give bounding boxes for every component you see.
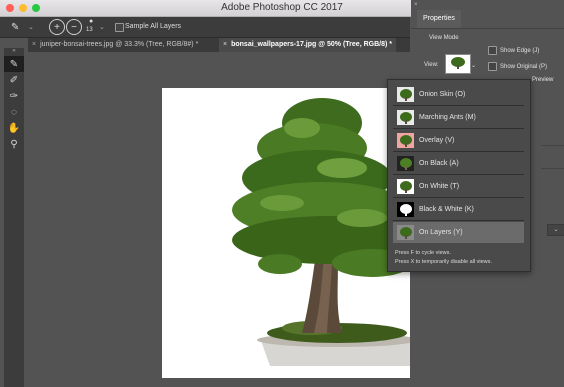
- canvas-area[interactable]: [28, 52, 410, 387]
- menu-item-black-white[interactable]: Black & White (K): [393, 199, 524, 221]
- bonsai-image: [232, 98, 410, 366]
- menu-item-overlay[interactable]: Overlay (V): [393, 130, 524, 152]
- disable-views-hint: Press X to temporarily disable all views…: [395, 259, 492, 265]
- brush-tool-icon[interactable]: ✑: [4, 88, 24, 104]
- preview-label: Preview: [532, 77, 554, 83]
- view-dropdown-chevron-icon[interactable]: ⌄: [471, 62, 476, 69]
- view-label: View:: [424, 62, 439, 68]
- brush-size-icon[interactable]: ●: [89, 18, 93, 25]
- menu-item-on-layers[interactable]: On Layers (Y): [393, 222, 524, 243]
- view-mode-heading: View Mode: [429, 35, 459, 41]
- menu-item-onion-skin[interactable]: Onion Skin (O): [393, 84, 524, 106]
- close-tab-icon[interactable]: ×: [223, 41, 227, 48]
- show-edge-checkbox[interactable]: [488, 46, 497, 55]
- document-canvas[interactable]: [162, 88, 410, 378]
- tree-thumb-icon: [451, 57, 465, 69]
- black-white-thumb-icon: [397, 202, 414, 217]
- brush-size-dropdown-icon[interactable]: ⌄: [99, 23, 105, 31]
- panel-dropdown-chevron-icon[interactable]: ⌄: [547, 224, 564, 236]
- tab-properties[interactable]: Properties: [417, 10, 461, 28]
- panel-close-icon[interactable]: ×: [414, 2, 418, 8]
- tab-juniper-bonsai[interactable]: × juniper-bonsai-trees.jpg @ 33.3% (Tree,…: [32, 38, 198, 52]
- show-original-checkbox[interactable]: [488, 62, 497, 71]
- subtract-from-selection-icon[interactable]: −: [66, 19, 82, 35]
- on-black-thumb-icon: [397, 156, 414, 171]
- on-layers-thumb-icon: [397, 225, 414, 240]
- menu-item-marching-ants[interactable]: Marching Ants (M): [393, 107, 524, 129]
- show-edge-option[interactable]: Show Edge (J): [488, 46, 539, 55]
- onion-skin-thumb-icon: [397, 87, 414, 102]
- toolbar-collapse-icon[interactable]: »: [4, 48, 24, 56]
- lasso-tool-icon[interactable]: ◌: [4, 104, 24, 120]
- panel-divider: [411, 28, 564, 29]
- add-to-selection-icon[interactable]: +: [49, 19, 65, 35]
- preset-dropdown-icon[interactable]: ⌄: [28, 23, 34, 31]
- hand-tool-icon[interactable]: ✋: [4, 120, 24, 136]
- sample-all-layers-checkbox[interactable]: [115, 23, 124, 32]
- brush-tool-preset-icon[interactable]: ✎: [11, 22, 19, 33]
- close-tab-icon[interactable]: ×: [32, 41, 36, 48]
- overlay-thumb-icon: [397, 133, 414, 148]
- sample-all-layers-label: Sample All Layers: [125, 23, 182, 30]
- refine-edge-brush-icon[interactable]: ✐: [4, 72, 24, 88]
- on-white-thumb-icon: [397, 179, 414, 194]
- brush-size-value[interactable]: 13: [86, 27, 93, 33]
- tools-panel: » ✎ ✐ ✑ ◌ ✋ ⚲: [4, 48, 24, 387]
- menu-item-on-black[interactable]: On Black (A): [393, 153, 524, 175]
- document-tabs: × juniper-bonsai-trees.jpg @ 33.3% (Tree,…: [28, 38, 410, 52]
- cycle-views-hint: Press F to cycle views.: [395, 250, 451, 256]
- menu-item-on-white[interactable]: On White (T): [393, 176, 524, 198]
- tab-bonsai-wallpapers[interactable]: × bonsai_wallpapers-17.jpg @ 50% (Tree, R…: [219, 38, 396, 52]
- panel-section-line: [541, 168, 564, 169]
- show-original-option[interactable]: Show Original (P): [488, 62, 547, 71]
- zoom-tool-icon[interactable]: ⚲: [4, 136, 24, 152]
- options-bar: ✎ ⌄ + − ● 13 ⌄ Sample All Layers: [0, 17, 410, 38]
- panel-section-line: [541, 145, 564, 146]
- view-mode-dropdown: Onion Skin (O) Marching Ants (M) Overlay…: [387, 79, 531, 272]
- quick-selection-tool-icon[interactable]: ✎: [4, 56, 24, 72]
- marching-ants-thumb-icon: [397, 110, 414, 125]
- view-thumbnail-button[interactable]: [445, 54, 471, 74]
